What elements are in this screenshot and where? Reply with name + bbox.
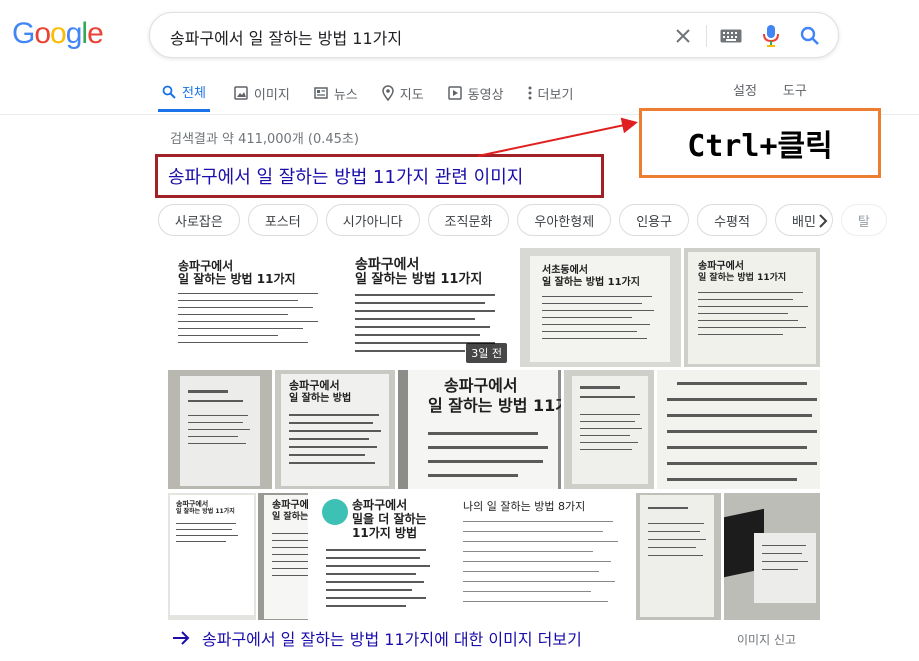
report-images-link[interactable]: 이미지 신고 bbox=[737, 631, 796, 648]
image-thumbnail[interactable]: 송파구에서 밀을 더 잘하는 11가지 방법 bbox=[308, 493, 440, 620]
tab-all[interactable]: 전체 bbox=[158, 70, 210, 112]
google-logo[interactable]: Google bbox=[12, 17, 104, 51]
keyboard-icon[interactable] bbox=[718, 23, 744, 49]
tab-maps[interactable]: 지도 bbox=[381, 70, 424, 112]
map-pin-icon bbox=[381, 85, 394, 101]
image-thumbnail[interactable] bbox=[168, 370, 272, 489]
news-icon bbox=[314, 86, 328, 100]
thumbnail-title: 일 잘하는 방법 11가지 bbox=[698, 273, 787, 283]
mic-icon[interactable] bbox=[758, 23, 784, 49]
image-thumbnail[interactable]: 송파구에서 일 잘하는 방법 bbox=[275, 370, 395, 489]
image-thumbnail[interactable]: 서초동에서 일 잘하는 방법 11가지 bbox=[520, 248, 681, 367]
tools-link[interactable]: 도구 bbox=[783, 80, 807, 99]
tab-label: 이미지 bbox=[253, 87, 290, 103]
thumbnail-title: 일 잘하는 방법 11가지 bbox=[176, 508, 235, 515]
more-images-label: 송파구에서 일 잘하는 방법 11가지에 대한 이미지 더보기 bbox=[202, 630, 582, 649]
thumbnail-title: 송파구에서 bbox=[355, 257, 420, 273]
thumbnail-title: 일 잘하는 방법 11가지 bbox=[542, 277, 640, 288]
image-thumbnail[interactable]: 송파구에서 일 잘하는 방법 11가지 bbox=[398, 370, 561, 489]
related-chips: 사로잡은 포스터 시가아니다 조직문화 우아한형제 인용구 수평적 배민 탈 bbox=[158, 204, 895, 236]
tab-images[interactable]: 이미지 bbox=[234, 70, 290, 112]
search-icon bbox=[162, 85, 176, 99]
tab-more[interactable]: 더보기 bbox=[528, 70, 574, 112]
tab-news[interactable]: 뉴스 bbox=[314, 70, 358, 112]
date-badge: 3일 전 bbox=[466, 343, 507, 363]
thumbnail-title: 일 잘하는 방법 bbox=[289, 393, 352, 404]
search-box[interactable]: 송파구에서 일 잘하는 방법 11가지 bbox=[149, 12, 839, 58]
chip[interactable]: 포스터 bbox=[247, 204, 318, 236]
arrow-right-icon bbox=[172, 630, 190, 646]
image-thumbnail[interactable]: 송파구에서 일 잘하는 방법 11가지 bbox=[684, 248, 820, 367]
settings-link[interactable]: 설정 bbox=[733, 80, 757, 99]
chip[interactable]: 시가아니다 bbox=[325, 204, 420, 236]
tab-label: 동영상 bbox=[467, 87, 504, 103]
tab-label: 지도 bbox=[399, 87, 424, 103]
search-divider bbox=[706, 25, 707, 47]
more-vert-icon bbox=[528, 86, 532, 100]
images-heading-link[interactable]: 송파구에서 일 잘하는 방법 11가지 관련 이미지 bbox=[155, 154, 604, 198]
search-input[interactable]: 송파구에서 일 잘하는 방법 11가지 bbox=[170, 25, 402, 49]
thumbnail-title: 일 잘하는 방법 11가지 bbox=[178, 272, 296, 286]
chip[interactable]: 수평적 bbox=[697, 204, 767, 236]
image-thumbnail[interactable] bbox=[657, 370, 820, 489]
tab-videos[interactable]: 동영상 bbox=[447, 70, 504, 112]
thumbnail-title: 송파구에서 bbox=[289, 379, 340, 392]
thumbnail-title: 밀을 더 잘하는 bbox=[352, 512, 427, 526]
image-thumbnail[interactable] bbox=[564, 370, 654, 489]
thumbnail-title: 일 잘하는 방법 11가지 bbox=[355, 272, 483, 287]
search-tools: 설정 도구 bbox=[733, 80, 833, 99]
thumbnail-title: 11가지 방법 bbox=[352, 526, 418, 540]
tab-label: 전체 bbox=[182, 86, 206, 101]
search-tabs: 전체 이미지 뉴스 지도 동영상 더보기 bbox=[158, 70, 597, 114]
thumbnail-title: 송파구에서 bbox=[698, 261, 744, 272]
image-thumbnail[interactable]: 송파구에서 일 잘하는 방법 11가지 bbox=[168, 493, 256, 620]
chip[interactable]: 탈 bbox=[840, 204, 887, 236]
close-icon[interactable] bbox=[670, 23, 696, 49]
chip[interactable]: 사로잡은 bbox=[158, 204, 240, 236]
result-stats: 검색결과 약 411,000개 (0.45초) bbox=[170, 132, 359, 147]
chip[interactable]: 우아한형제 bbox=[517, 204, 612, 236]
tab-label: 더보기 bbox=[537, 87, 574, 103]
chip[interactable]: 인용구 bbox=[619, 204, 690, 236]
thumbnail-title: 서초동에서 bbox=[542, 265, 588, 276]
image-icon bbox=[234, 86, 248, 100]
image-thumbnail[interactable] bbox=[724, 493, 820, 620]
chip[interactable]: 조직문화 bbox=[427, 204, 510, 236]
image-thumbnail[interactable]: 나의 일 잘하는 방법 8가지 bbox=[443, 493, 633, 620]
annotation-callout: Ctrl+클릭 bbox=[639, 108, 881, 178]
search-icon[interactable] bbox=[797, 23, 823, 49]
thumbnail-title: 일 잘하는 방법 11가지 bbox=[428, 396, 561, 415]
image-thumbnail[interactable]: 송파구에서 일 잘하는 방법 11가지 3일 전 bbox=[343, 248, 511, 367]
thumbnail-title: 송파구에서 bbox=[352, 498, 408, 512]
video-icon bbox=[447, 86, 462, 100]
tab-label: 뉴스 bbox=[333, 87, 358, 103]
thumbnail-title: 송파구에서 bbox=[444, 376, 518, 395]
more-images-link[interactable]: 송파구에서 일 잘하는 방법 11가지에 대한 이미지 더보기 bbox=[172, 626, 582, 650]
image-thumbnail[interactable]: 송파구에서 일 잘하는 방법 11가지 bbox=[168, 248, 339, 367]
thumbnail-title: 나의 일 잘하는 방법 8가지 bbox=[463, 500, 586, 513]
image-grid: 송파구에서 일 잘하는 방법 11가지 송파구에서 일 잘하는 방법 11가지 … bbox=[168, 248, 820, 620]
chevron-right-icon[interactable] bbox=[810, 208, 836, 234]
thumbnail-title: 송파구에서 bbox=[178, 259, 234, 273]
image-thumbnail[interactable] bbox=[636, 493, 721, 620]
